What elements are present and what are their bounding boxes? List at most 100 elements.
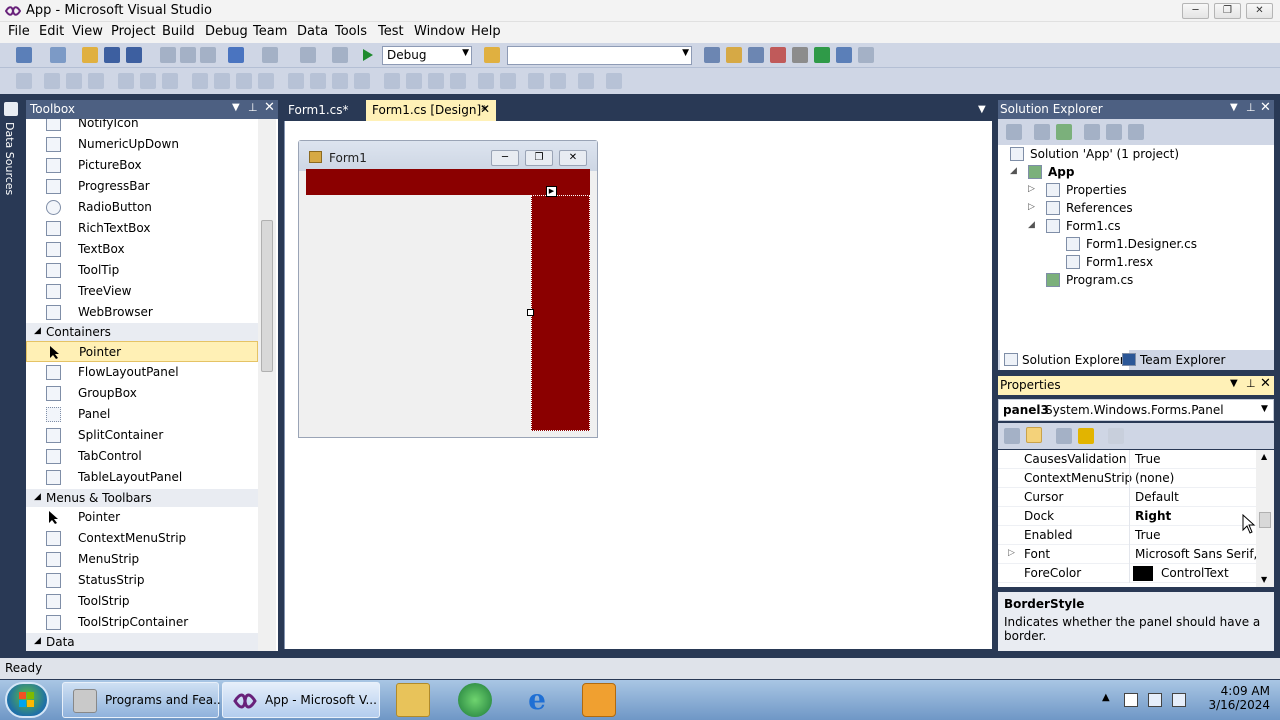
toolbox-item-textbox[interactable]: TextBox [26, 239, 258, 260]
find-combo[interactable]: ▼ [507, 46, 692, 65]
align-to-grid-icon[interactable] [16, 73, 32, 89]
increase-v-spacing-icon[interactable] [406, 73, 422, 89]
view-code-icon[interactable] [1084, 124, 1100, 140]
toolbox-item-toolstripcontainer[interactable]: ToolStripContainer [26, 612, 258, 633]
toolbox-item-contextmenustrip[interactable]: ContextMenuStrip [26, 528, 258, 549]
command-window-icon[interactable] [858, 47, 874, 63]
decrease-h-spacing-icon[interactable] [332, 73, 348, 89]
menu-test[interactable]: Test [378, 24, 404, 39]
menu-window[interactable]: Window [414, 24, 465, 39]
object-selector[interactable]: panel3 System.Windows.Forms.Panel ▼ [998, 399, 1274, 421]
maximize-button[interactable]: ❐ [1214, 3, 1241, 19]
send-to-back-icon[interactable] [550, 73, 566, 89]
pin-icon[interactable]: ⊥ [1246, 377, 1256, 390]
align-centers-icon[interactable] [66, 73, 82, 89]
resize-handle[interactable] [527, 309, 534, 316]
prop-row-forecolor[interactable]: ForeColor ControlText [998, 564, 1256, 583]
internet-explorer-icon[interactable]: e [520, 683, 554, 717]
network-icon[interactable] [1148, 693, 1162, 707]
events-icon[interactable] [1078, 428, 1094, 444]
cut-icon[interactable] [160, 47, 176, 63]
tab-form1-design[interactable]: Form1.cs [Design]* ✕ [366, 100, 496, 121]
align-middles-icon[interactable] [140, 73, 156, 89]
start-page-icon[interactable] [814, 47, 830, 63]
navigate-forward-icon[interactable] [332, 47, 348, 63]
prop-row-enabled[interactable]: Enabled True [998, 526, 1256, 545]
menu-build[interactable]: Build [162, 24, 195, 39]
data-sources-tab[interactable]: Data Sources [3, 122, 16, 195]
system-clock[interactable]: 4:09 AM 3/16/2024 [1208, 684, 1270, 712]
menu-team[interactable]: Team [253, 24, 287, 39]
solution-configuration-combo[interactable]: Debug ▼ [382, 46, 472, 65]
file-explorer-icon[interactable] [396, 683, 430, 717]
expand-icon[interactable]: ▷ [1028, 202, 1035, 212]
prop-row-contextmenustrip[interactable]: ContextMenuStrip (none) [998, 469, 1256, 488]
tab-form1-cs[interactable]: Form1.cs* [282, 100, 355, 121]
start-debugging-icon[interactable] [362, 48, 374, 62]
scroll-thumb[interactable] [1259, 512, 1271, 528]
toolbox-category-containers[interactable]: ◢ Containers [26, 323, 258, 341]
expand-icon[interactable]: ▷ [1028, 184, 1035, 194]
make-same-size-icon[interactable] [258, 73, 274, 89]
extension-manager-icon[interactable] [836, 47, 852, 63]
close-icon[interactable]: ✕ [264, 100, 275, 115]
vertical-spacing-icon[interactable] [384, 73, 400, 89]
solution-explorer-icon[interactable] [704, 47, 720, 63]
scroll-down-icon[interactable]: ▼ [1261, 575, 1267, 584]
toolbox-item-splitcontainer[interactable]: SplitContainer [26, 425, 258, 446]
refresh-icon[interactable] [1056, 124, 1072, 140]
close-tab-icon[interactable]: ✕ [480, 102, 490, 116]
toolbox-item-tablelayoutpanel[interactable]: TableLayoutPanel [26, 467, 258, 488]
prop-row-cursor[interactable]: Cursor Default [998, 488, 1256, 507]
prop-row-font[interactable]: ▷ Font Microsoft Sans Serif, 8.2 [998, 545, 1274, 564]
toolbox-item-pointer[interactable]: Pointer [26, 341, 258, 362]
dropdown-icon[interactable]: ▼ [1230, 102, 1238, 113]
make-same-height-icon[interactable] [236, 73, 252, 89]
expand-icon[interactable]: ▷ [1008, 548, 1015, 558]
find-in-files-icon[interactable] [484, 47, 500, 63]
class-diagram-icon[interactable] [1128, 124, 1144, 140]
bring-to-front-icon[interactable] [528, 73, 544, 89]
navigate-back-icon[interactable] [300, 47, 316, 63]
show-hidden-icons[interactable]: ▲ [1102, 692, 1110, 703]
toolbox-item-tooltip[interactable]: ToolTip [26, 260, 258, 281]
center-vertically-icon[interactable] [500, 73, 516, 89]
tab-team-explorer[interactable]: Team Explorer [1118, 350, 1230, 370]
taskbar-programs-and-features[interactable]: Programs and Fea... [62, 682, 225, 718]
taskbar-visual-studio[interactable]: App - Microsoft V... [222, 682, 380, 718]
smart-tag-icon[interactable]: ▶ [546, 186, 557, 197]
menu-project[interactable]: Project [111, 24, 155, 39]
show-all-files-icon[interactable] [1034, 124, 1050, 140]
toolbox-item-richtextbox[interactable]: RichTextBox [26, 218, 258, 239]
horizontal-spacing-icon[interactable] [288, 73, 304, 89]
collapse-icon[interactable]: ◢ [1010, 166, 1017, 176]
copy-icon[interactable] [180, 47, 196, 63]
menu-file[interactable]: File [8, 24, 30, 39]
paste-icon[interactable] [200, 47, 216, 63]
menu-data[interactable]: Data [297, 24, 328, 39]
menu-view[interactable]: View [72, 24, 103, 39]
categorized-icon[interactable] [1004, 428, 1020, 444]
remove-v-spacing-icon[interactable] [450, 73, 466, 89]
menu-debug[interactable]: Debug [205, 24, 248, 39]
toolbox-item-numericupdown[interactable]: NumericUpDown [26, 134, 258, 155]
tab-order-icon[interactable] [578, 73, 594, 89]
decrease-v-spacing-icon[interactable] [428, 73, 444, 89]
tab-solution-explorer[interactable]: Solution Explorer [1000, 350, 1129, 370]
start-button[interactable] [5, 682, 49, 718]
toolbox-item-flowlayoutpanel[interactable]: FlowLayoutPanel [26, 362, 258, 383]
properties-view-icon[interactable] [1056, 428, 1072, 444]
toolbox-item-panel[interactable]: Panel [26, 404, 258, 425]
toolbox-item-pointer-2[interactable]: Pointer [26, 507, 258, 528]
size-to-grid-icon[interactable] [214, 73, 230, 89]
property-grid-scrollbar[interactable]: ▲ ▼ [1256, 450, 1274, 587]
object-browser-icon[interactable] [748, 47, 764, 63]
menu-edit[interactable]: Edit [39, 24, 64, 39]
align-lefts-icon[interactable] [44, 73, 60, 89]
collapse-icon[interactable]: ◢ [1028, 220, 1035, 230]
pin-icon[interactable]: ⊥ [248, 101, 258, 114]
view-designer-icon[interactable] [1106, 124, 1122, 140]
toolbox-item-groupbox[interactable]: GroupBox [26, 383, 258, 404]
properties-icon[interactable] [1006, 124, 1022, 140]
toolbox-category-menus[interactable]: ◢ Menus & Toolbars [26, 489, 258, 507]
